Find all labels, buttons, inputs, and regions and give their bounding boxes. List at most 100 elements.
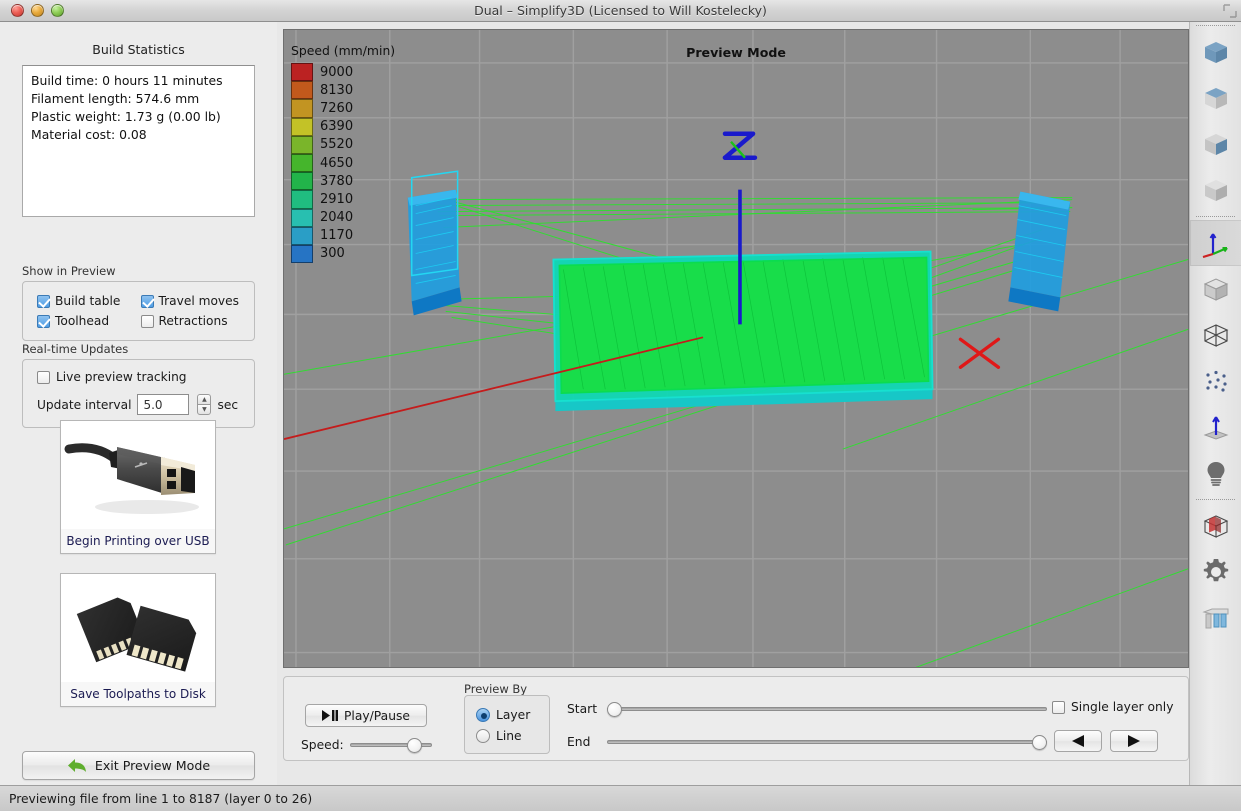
radio-line-label: Line	[496, 728, 522, 743]
show-in-preview-group: Show in Preview Build table Travel moves…	[22, 264, 255, 341]
update-interval-stepper[interactable]: ▲ ▼	[197, 394, 212, 415]
speed-legend-swatch	[291, 190, 313, 209]
checkbox-single-layer-only[interactable]: Single layer only	[1052, 700, 1173, 714]
checkbox-travel-moves[interactable]: Travel moves	[140, 291, 245, 311]
update-interval-label: Update interval	[37, 397, 132, 412]
cube-front-icon	[1205, 42, 1227, 63]
solid-cube-icon	[1203, 278, 1229, 301]
checkbox-toolhead-box[interactable]	[37, 314, 50, 328]
start-slider[interactable]	[607, 701, 1047, 717]
toolbar-settings[interactable]	[1190, 549, 1241, 595]
cube-side-icon	[1205, 134, 1227, 155]
exit-preview-mode-button[interactable]: Exit Preview Mode	[22, 751, 255, 780]
toolbar-view-top-cube[interactable]	[1190, 75, 1241, 121]
speed-legend-swatch	[291, 172, 313, 191]
toolbar-wireframe-view[interactable]	[1190, 312, 1241, 358]
checkbox-retractions-label: Retractions	[158, 314, 228, 328]
toolbar-cross-section[interactable]	[1190, 503, 1241, 549]
update-interval-input[interactable]	[137, 394, 190, 415]
speed-legend-value: 2040	[320, 210, 354, 226]
radio-line-dot[interactable]	[476, 728, 490, 743]
resize-grip-icon[interactable]	[1222, 3, 1238, 19]
end-slider-knob[interactable]	[1032, 734, 1047, 750]
show-in-preview-label: Show in Preview	[22, 264, 116, 278]
speed-legend-row: 1170	[291, 226, 395, 245]
toolbar-view-front-cube[interactable]	[1190, 29, 1241, 75]
speed-legend-row: 300	[291, 244, 395, 264]
start-slider-row: Start	[567, 701, 1047, 717]
build-statistics-group: Build Statistics Build time: 0 hours 11 …	[22, 42, 255, 217]
speed-legend-swatch	[291, 153, 313, 173]
speed-legend-swatch	[291, 208, 313, 227]
checkbox-build-table-box[interactable]	[37, 294, 50, 308]
minimize-button[interactable]	[31, 4, 44, 17]
play-pause-button[interactable]: Play/Pause	[305, 704, 427, 727]
checkbox-toolhead-label: Toolhead	[55, 314, 110, 328]
speed-legend-row: 3780	[291, 172, 395, 191]
cube-plain-icon	[1205, 180, 1227, 201]
stepper-down-icon[interactable]: ▼	[197, 404, 212, 415]
toolbar-separator-1	[1196, 216, 1235, 217]
checkbox-build-table[interactable]: Build table	[37, 291, 141, 311]
gear-icon	[1203, 559, 1229, 582]
stat-plastic-weight: Plastic weight: 1.73 g (0.00 lb)	[31, 109, 221, 124]
speed-slider-knob[interactable]	[406, 737, 422, 753]
speed-legend-title: Speed (mm/min)	[291, 43, 396, 58]
play-pause-icon	[322, 710, 339, 721]
end-slider[interactable]	[607, 734, 1047, 750]
toolbar-shaded-view[interactable]	[1190, 266, 1241, 312]
layer-nav-buttons	[1054, 730, 1158, 752]
checkbox-travel-moves-box[interactable]	[140, 294, 154, 308]
next-layer-button[interactable]	[1110, 730, 1158, 752]
simplify3d-window: Dual – Simplify3D (Licensed to Will Kost…	[0, 0, 1241, 811]
toolbar-view-iso-cube[interactable]	[1190, 167, 1241, 213]
speed-legend-row: 7260	[291, 99, 395, 118]
save-toolpaths-to-disk-button[interactable]: Save Toolpaths to Disk	[60, 573, 216, 707]
speed-slider[interactable]	[349, 737, 432, 753]
toolbar-separator-2	[1196, 499, 1235, 500]
radio-layer[interactable]: Layer	[476, 704, 549, 725]
speed-legend-row: 4650	[291, 153, 395, 173]
stat-build-time: Build time: 0 hours 11 minutes	[31, 73, 223, 88]
toolbar-points-view[interactable]	[1190, 358, 1241, 404]
start-slider-knob[interactable]	[607, 701, 622, 717]
toolbar-lighting[interactable]	[1190, 450, 1241, 496]
checkbox-live-preview-tracking-box[interactable]	[37, 370, 50, 384]
viewport-title: Preview Mode	[686, 45, 786, 60]
speed-legend-row: 9000	[291, 63, 395, 82]
speed-legend-row: 6390	[291, 117, 395, 136]
left-panel: Build Statistics Build time: 0 hours 11 …	[0, 22, 277, 785]
preview-by-group: Layer Line	[464, 695, 550, 754]
start-slider-track[interactable]	[607, 707, 1047, 711]
exit-preview-mode-label: Exit Preview Mode	[94, 758, 211, 773]
printed-part	[552, 250, 934, 412]
stepper-up-icon[interactable]: ▲	[197, 394, 212, 404]
checkbox-toolhead[interactable]: Toolhead	[37, 311, 141, 331]
end-slider-track[interactable]	[607, 740, 1047, 744]
speed-legend-value: 8130	[320, 82, 354, 98]
speed-legend-row: 2910	[291, 190, 395, 209]
zoom-button[interactable]	[51, 4, 64, 17]
toolbar-normals-view[interactable]	[1190, 404, 1241, 450]
checkbox-retractions-box[interactable]	[140, 314, 154, 328]
toolbar-view-side-cube[interactable]	[1190, 121, 1241, 167]
checkbox-live-preview-tracking[interactable]: Live preview tracking	[37, 370, 242, 384]
3d-viewport[interactable]: Preview Mode Speed (mm/min) 9000 8130 7260…	[283, 29, 1189, 668]
previous-layer-button[interactable]	[1054, 730, 1102, 752]
support-structure-icon	[1202, 608, 1229, 629]
speed-control: Speed:	[301, 737, 432, 753]
stat-filament-length: Filament length: 574.6 mm	[31, 91, 200, 106]
begin-printing-over-usb-button[interactable]: Begin Printing over USB	[60, 420, 216, 554]
toolbar-axes-origin[interactable]	[1190, 220, 1241, 266]
checkbox-single-layer-only-label: Single layer only	[1071, 700, 1174, 714]
sd-card-photo	[61, 574, 215, 682]
checkbox-retractions[interactable]: Retractions	[140, 311, 245, 331]
speed-legend-value: 9000	[320, 64, 354, 80]
close-button[interactable]	[11, 4, 24, 17]
usb-button-caption: Begin Printing over USB	[66, 534, 210, 548]
checkbox-single-layer-only-box[interactable]	[1052, 700, 1065, 714]
toolbar-supports[interactable]	[1190, 595, 1241, 641]
radio-line[interactable]: Line	[476, 725, 549, 746]
radio-layer-dot[interactable]	[476, 707, 490, 722]
speed-legend-swatch	[291, 81, 313, 100]
